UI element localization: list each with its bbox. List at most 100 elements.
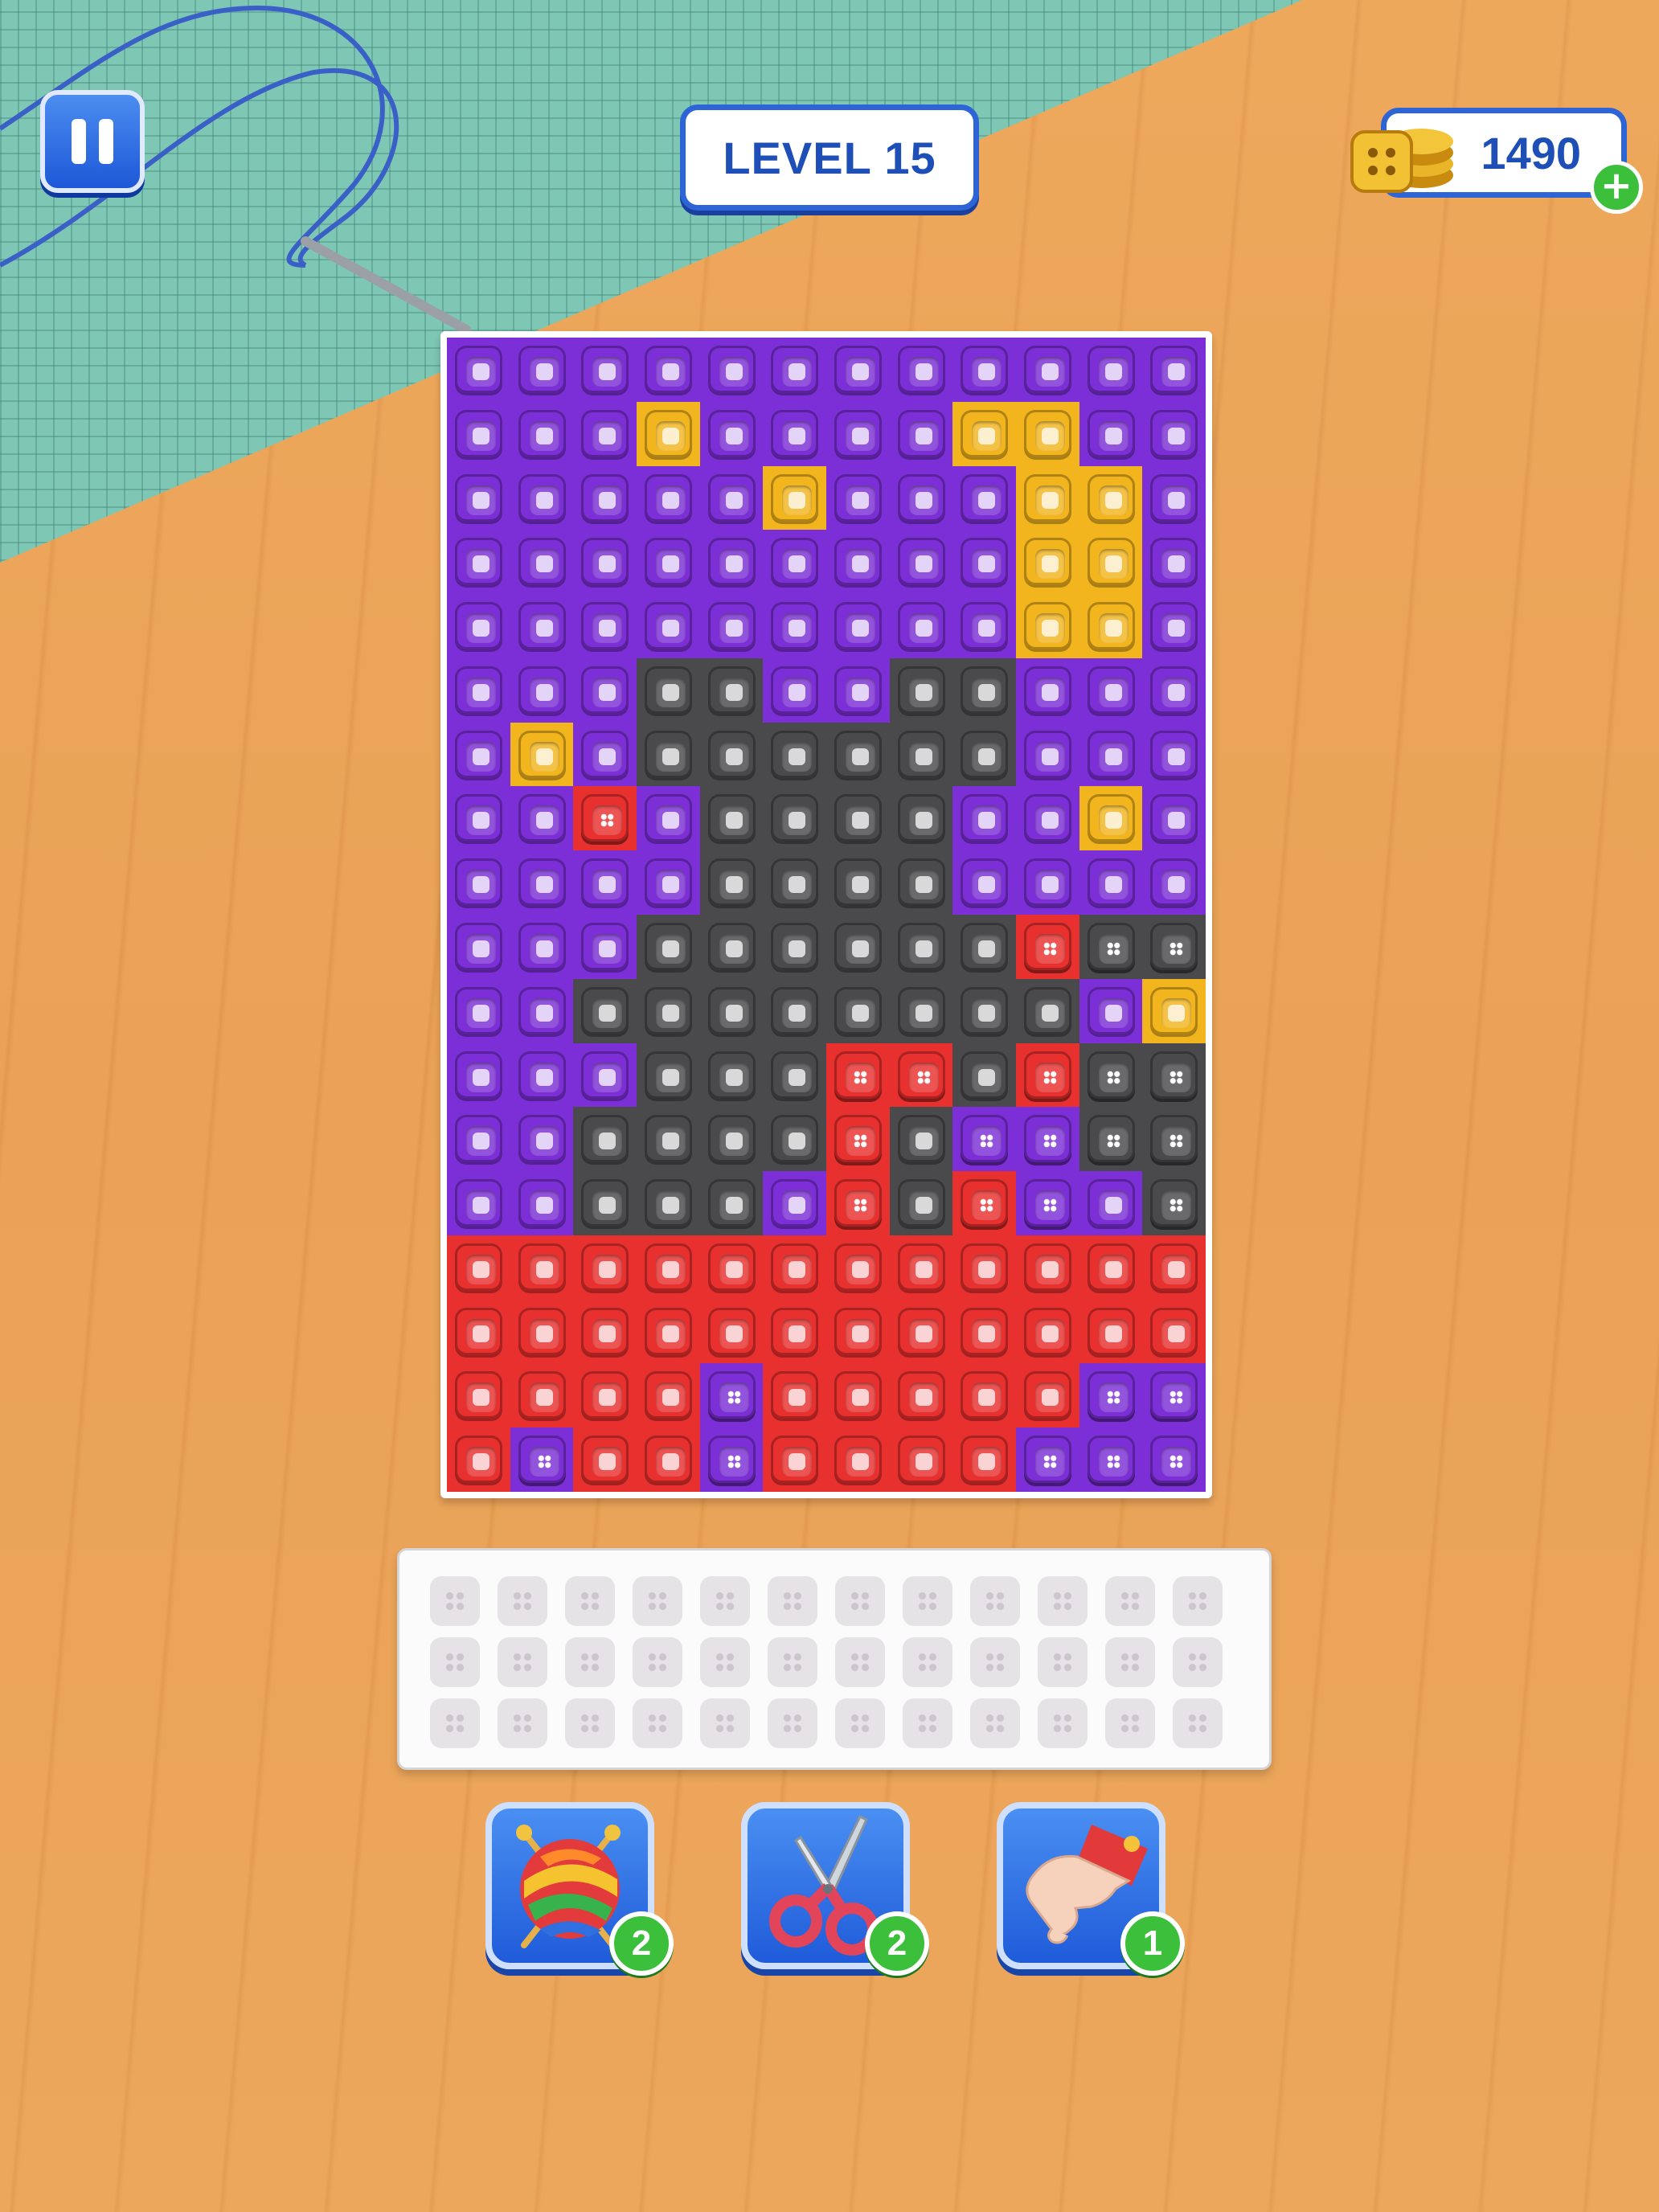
red-button[interactable] <box>518 1243 566 1291</box>
black-button[interactable] <box>961 923 1009 970</box>
yellow-button[interactable] <box>1087 794 1135 842</box>
red-button[interactable] <box>834 1371 882 1419</box>
purple-button[interactable] <box>581 602 629 650</box>
black-button[interactable] <box>645 986 692 1034</box>
pause-button[interactable] <box>40 90 145 193</box>
purple-button[interactable] <box>518 602 566 650</box>
purple-button[interactable] <box>455 666 502 714</box>
purple-button[interactable] <box>707 602 756 650</box>
purple-button[interactable] <box>897 538 945 586</box>
black-button[interactable] <box>834 730 882 778</box>
purple-button[interactable] <box>455 923 502 970</box>
purple-button[interactable] <box>581 858 629 907</box>
yellow-button[interactable] <box>1024 473 1071 522</box>
black-button[interactable] <box>834 986 882 1034</box>
red-button[interactable] <box>581 1307 629 1355</box>
black-button[interactable] <box>771 1115 819 1163</box>
purple-button[interactable] <box>581 666 629 714</box>
black-button[interactable] <box>707 986 756 1034</box>
black-button[interactable] <box>1024 986 1071 1034</box>
red-button[interactable] <box>1087 1307 1135 1355</box>
yellow-button[interactable] <box>645 409 692 457</box>
red-button[interactable] <box>771 1371 819 1419</box>
purple-button[interactable] <box>581 346 629 393</box>
purple-button[interactable] <box>834 346 882 393</box>
red-button[interactable] <box>581 794 629 842</box>
black-button[interactable] <box>707 794 756 842</box>
red-button[interactable] <box>897 1436 945 1484</box>
purple-button[interactable] <box>771 409 819 457</box>
purple-button[interactable] <box>897 409 945 457</box>
purple-button[interactable] <box>961 538 1009 586</box>
purple-button[interactable] <box>897 602 945 650</box>
purple-button[interactable] <box>1087 858 1135 907</box>
purple-button[interactable] <box>518 666 566 714</box>
black-button[interactable] <box>1150 1179 1198 1227</box>
purple-button[interactable] <box>1024 1179 1071 1227</box>
red-button[interactable] <box>1024 1243 1071 1291</box>
purple-button[interactable] <box>1087 1371 1135 1419</box>
purple-button[interactable] <box>897 473 945 522</box>
black-button[interactable] <box>897 858 945 907</box>
purple-button[interactable] <box>518 538 566 586</box>
purple-button[interactable] <box>707 1371 756 1419</box>
purple-button[interactable] <box>518 986 566 1034</box>
red-button[interactable] <box>455 1307 502 1355</box>
hand-booster-button[interactable]: 1 <box>997 1802 1185 1976</box>
red-button[interactable] <box>645 1243 692 1291</box>
black-button[interactable] <box>707 1179 756 1227</box>
purple-button[interactable] <box>771 1179 819 1227</box>
purple-button[interactable] <box>1087 1179 1135 1227</box>
red-button[interactable] <box>897 1371 945 1419</box>
red-button[interactable] <box>707 1243 756 1291</box>
purple-button[interactable] <box>834 538 882 586</box>
yellow-button[interactable] <box>771 473 819 522</box>
red-button[interactable] <box>518 1307 566 1355</box>
black-button[interactable] <box>1087 923 1135 970</box>
red-button[interactable] <box>834 1243 882 1291</box>
purple-button[interactable] <box>518 346 566 393</box>
purple-button[interactable] <box>455 986 502 1034</box>
red-button[interactable] <box>455 1436 502 1484</box>
black-button[interactable] <box>771 1051 819 1099</box>
scissors-booster-button[interactable]: 2 <box>741 1802 929 1976</box>
purple-button[interactable] <box>961 346 1009 393</box>
purple-button[interactable] <box>645 858 692 907</box>
purple-button[interactable] <box>455 730 502 778</box>
red-button[interactable] <box>961 1371 1009 1419</box>
purple-button[interactable] <box>834 666 882 714</box>
purple-button[interactable] <box>961 602 1009 650</box>
yellow-button[interactable] <box>1024 538 1071 586</box>
yellow-button[interactable] <box>1087 538 1135 586</box>
purple-button[interactable] <box>518 409 566 457</box>
black-button[interactable] <box>1150 1115 1198 1163</box>
purple-button[interactable] <box>1150 1436 1198 1484</box>
purple-button[interactable] <box>518 1179 566 1227</box>
purple-button[interactable] <box>1024 666 1071 714</box>
red-button[interactable] <box>897 1243 945 1291</box>
black-button[interactable] <box>771 730 819 778</box>
red-button[interactable] <box>897 1307 945 1355</box>
purple-button[interactable] <box>455 602 502 650</box>
red-button[interactable] <box>1024 1307 1071 1355</box>
red-button[interactable] <box>581 1436 629 1484</box>
red-button[interactable] <box>1024 1051 1071 1099</box>
red-button[interactable] <box>834 1115 882 1163</box>
black-button[interactable] <box>581 986 629 1034</box>
purple-button[interactable] <box>518 473 566 522</box>
purple-button[interactable] <box>518 794 566 842</box>
purple-button[interactable] <box>455 1179 502 1227</box>
black-button[interactable] <box>771 986 819 1034</box>
black-button[interactable] <box>897 923 945 970</box>
purple-button[interactable] <box>518 1051 566 1099</box>
black-button[interactable] <box>897 1179 945 1227</box>
purple-button[interactable] <box>1024 1115 1071 1163</box>
purple-button[interactable] <box>961 1115 1009 1163</box>
purple-button[interactable] <box>1150 1371 1198 1419</box>
red-button[interactable] <box>518 1371 566 1419</box>
purple-button[interactable] <box>961 794 1009 842</box>
black-button[interactable] <box>581 1179 629 1227</box>
purple-button[interactable] <box>581 538 629 586</box>
purple-button[interactable] <box>581 730 629 778</box>
purple-button[interactable] <box>707 346 756 393</box>
